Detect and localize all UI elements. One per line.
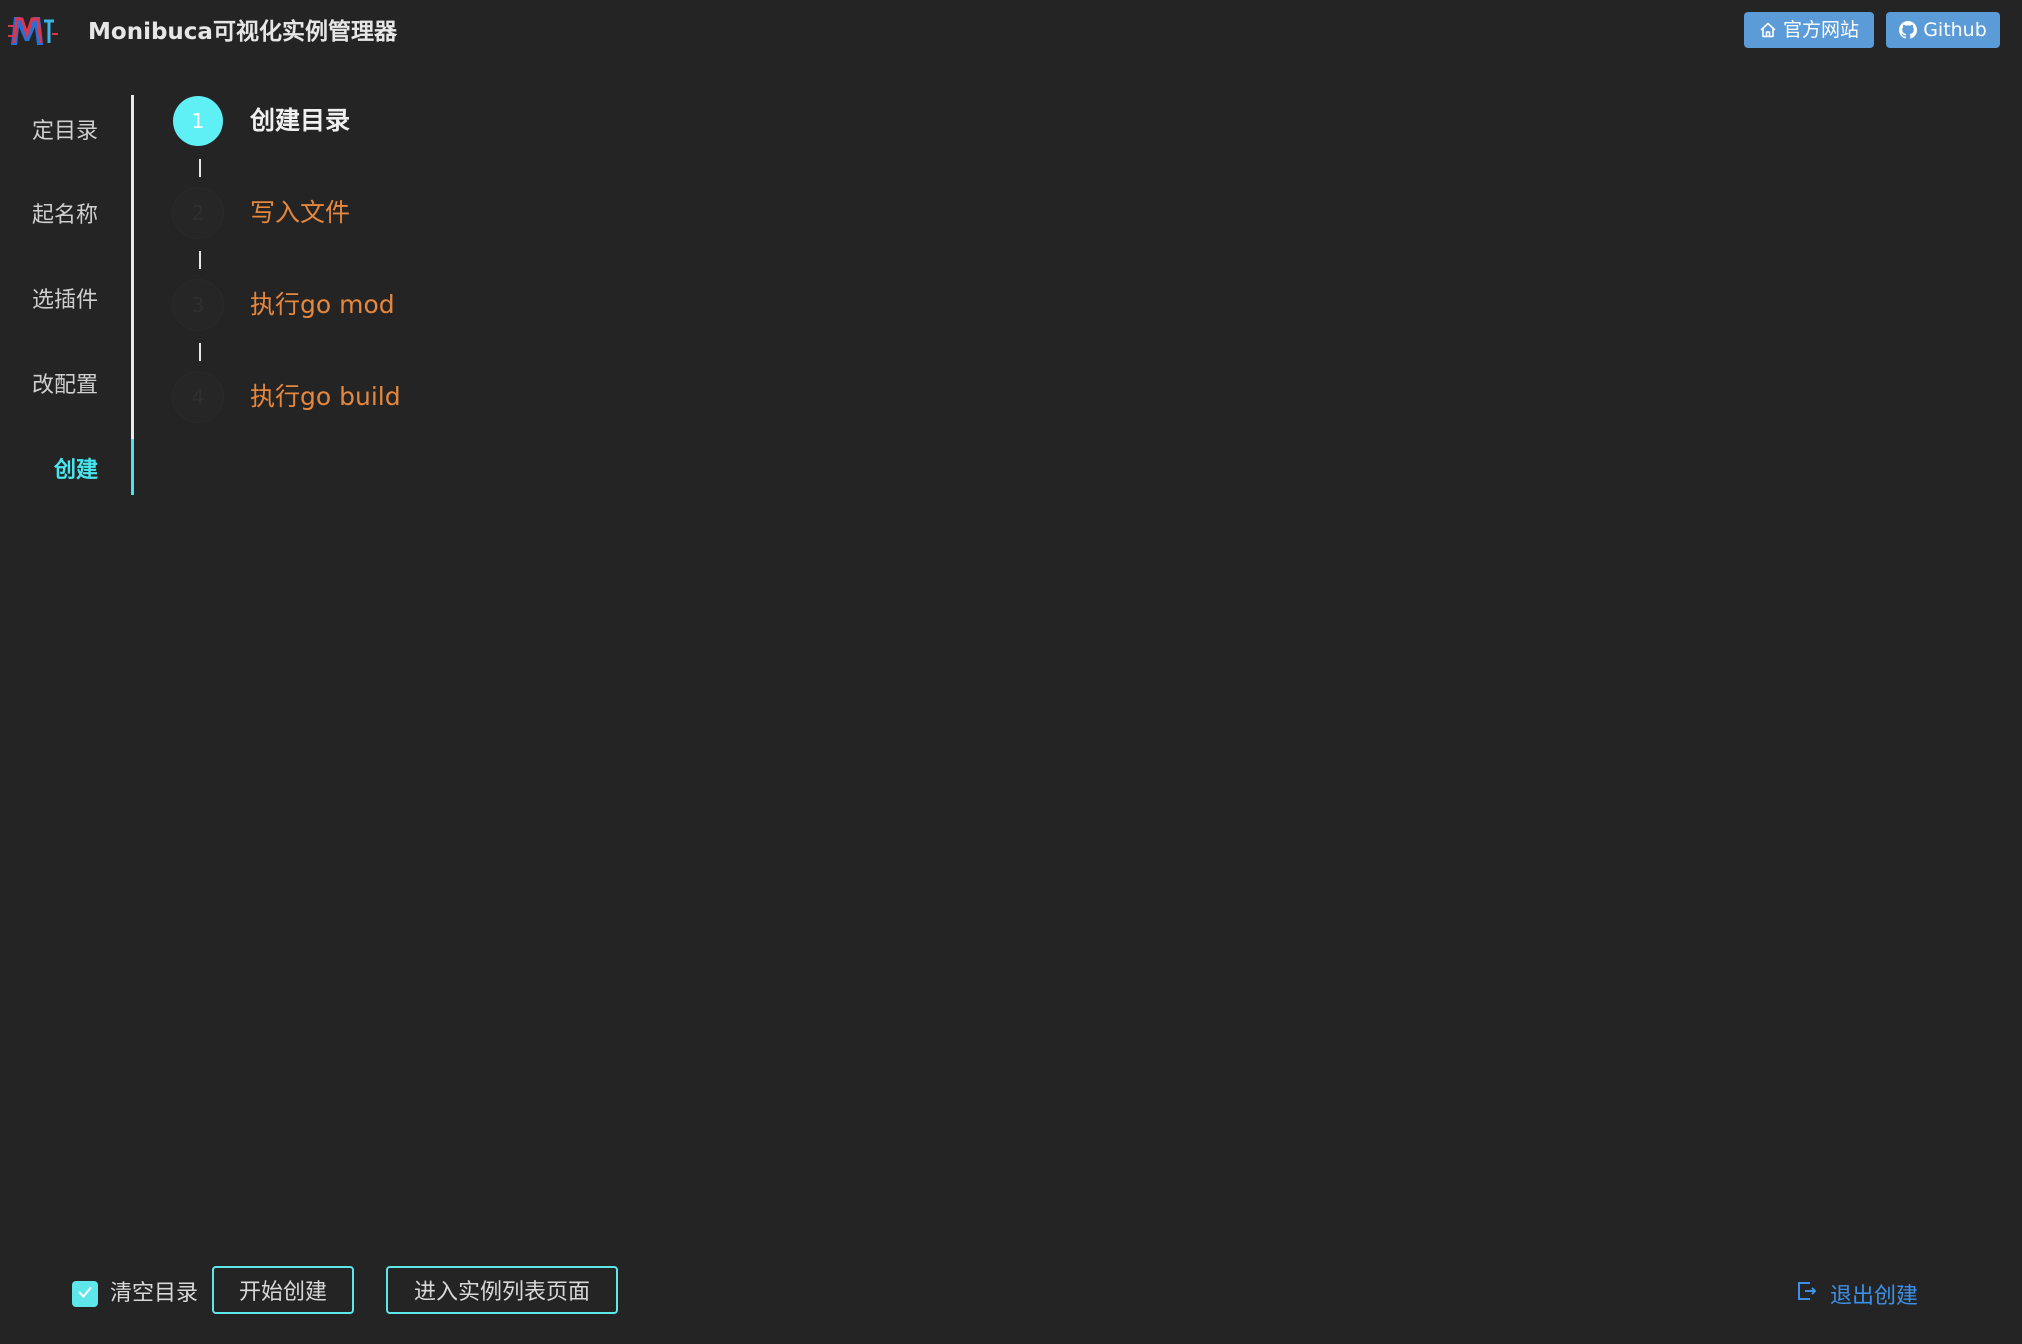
step-connector (199, 159, 201, 177)
sidenav-active-indicator (131, 439, 134, 495)
step-1-label: 创建目录 (250, 106, 351, 135)
start-create-button[interactable]: 开始创建 (212, 1266, 354, 1314)
footer-actions: 清空目录 开始创建 进入实例列表页面 退出创建 (0, 1260, 2022, 1330)
step-2-label: 写入文件 (250, 198, 351, 227)
github-button[interactable]: Github (1886, 12, 2000, 48)
step-4-indicator: 4 (173, 372, 223, 422)
step-number: 2 (191, 201, 205, 225)
website-button-label: 官方网站 (1782, 19, 1859, 41)
create-steps: 1 创建目录 2 写入文件 3 执行go mod 4 执行go build (172, 96, 772, 436)
step-connector (199, 343, 201, 361)
step-connector (199, 251, 201, 269)
sidenav-item-plugins[interactable]: 选插件 (32, 282, 98, 314)
app-window: Monibuca可视化实例管理器 官方网站 Github 定目录 起名称 选插件… (0, 0, 2022, 1344)
step-1-indicator: 1 (173, 96, 223, 146)
sidenav-item-create[interactable]: 创建 (54, 452, 98, 484)
github-button-label: Github (1923, 19, 1987, 41)
exit-create-link[interactable]: 退出创建 (1796, 1278, 1918, 1310)
step-number: 1 (191, 109, 205, 133)
sidenav-item-directory[interactable]: 定目录 (32, 113, 98, 145)
step-number: 4 (191, 385, 205, 409)
sidenav-track (131, 95, 134, 495)
step-3-label: 执行go mod (250, 290, 395, 319)
side-navigation: 定目录 起名称 选插件 改配置 创建 (0, 95, 140, 495)
home-icon (1759, 21, 1777, 39)
header: Monibuca可视化实例管理器 官方网站 Github (0, 0, 2022, 64)
monibuca-logo (8, 12, 58, 50)
logout-icon (1796, 1280, 1818, 1308)
app-title: Monibuca可视化实例管理器 (88, 19, 397, 45)
github-icon (1899, 21, 1918, 39)
step-2-indicator: 2 (173, 188, 223, 238)
step-4-label: 执行go build (250, 382, 401, 411)
step-3-indicator: 3 (173, 280, 223, 330)
sidenav-item-config[interactable]: 改配置 (32, 367, 98, 399)
clear-directory-checkbox[interactable] (72, 1281, 98, 1307)
sidenav-item-name[interactable]: 起名称 (32, 197, 98, 229)
website-button[interactable]: 官方网站 (1744, 12, 1874, 48)
step-number: 3 (191, 293, 205, 317)
check-icon (76, 1283, 94, 1305)
clear-directory-label[interactable]: 清空目录 (110, 1278, 198, 1310)
exit-create-label: 退出创建 (1830, 1284, 1919, 1309)
instance-list-button[interactable]: 进入实例列表页面 (386, 1266, 618, 1314)
